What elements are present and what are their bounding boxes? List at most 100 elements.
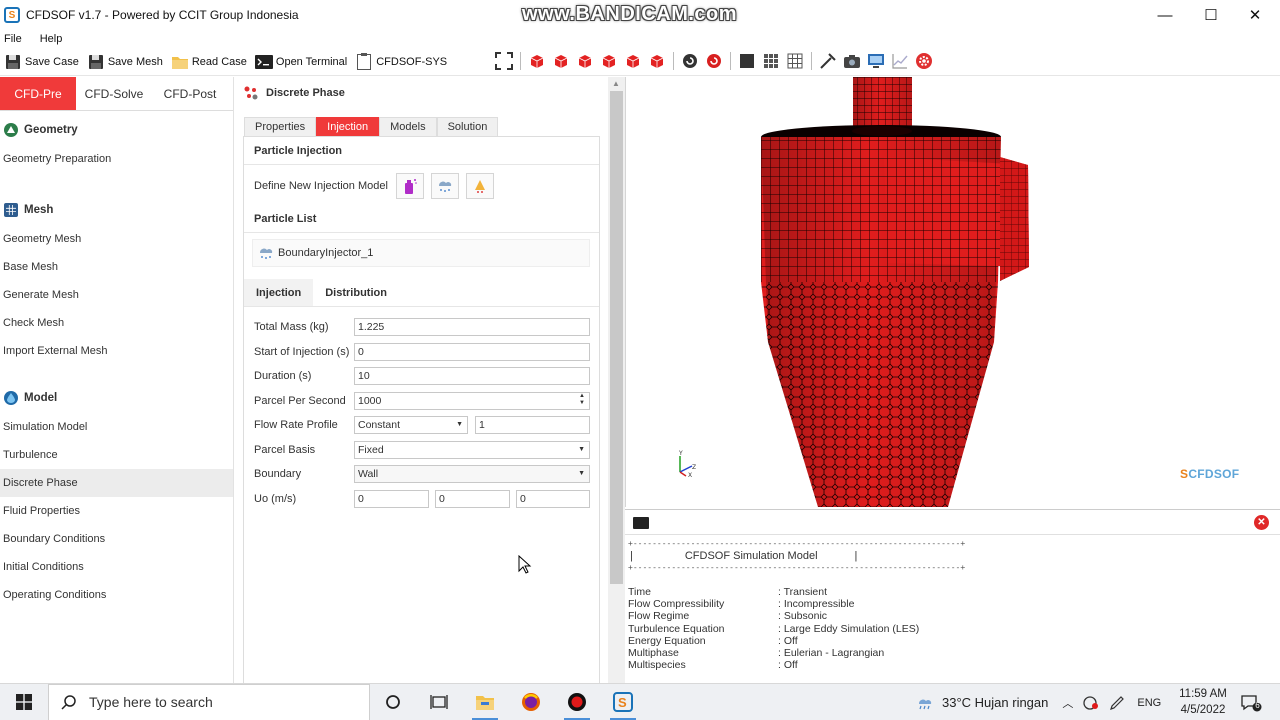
uo-z-input[interactable]: 0 [516,489,590,508]
tab-solution[interactable]: Solution [436,117,499,136]
nav-geometry-preparation[interactable]: Geometry Preparation [0,145,233,173]
total-mass-input[interactable]: 1.225 [354,318,590,337]
menu-help[interactable]: Help [40,33,63,45]
taskbar-search[interactable]: Type here to search [48,683,370,720]
camera-icon[interactable] [842,51,862,71]
bandicam-tray-icon[interactable] [1083,695,1099,711]
fit-view-icon[interactable] [494,51,514,71]
monitor-icon[interactable] [866,51,886,71]
point-injector-button[interactable] [395,173,424,199]
weather-rain-icon[interactable] [916,695,934,711]
cfdsof-taskbar-icon[interactable]: S [600,684,646,720]
subtab-injection[interactable]: Injection [244,279,314,306]
start-of-injection-input[interactable]: 0 [354,342,590,361]
flow-rate-profile-select[interactable]: Constant ▼ [354,416,468,435]
nav-fluid-properties[interactable]: Fluid Properties [0,497,233,525]
parcel-basis-select[interactable]: Fixed ▼ [354,440,590,459]
nav-generate-mesh[interactable]: Generate Mesh [0,281,233,309]
save-case-button[interactable]: Save Case [4,53,79,71]
scrollbar-thumb[interactable] [610,91,623,584]
surface-grid-icon[interactable] [761,51,781,71]
save-mesh-label: Save Mesh [107,55,163,68]
menu-file[interactable]: File [4,33,22,45]
tab-cfd-solve[interactable]: CFD-Solve [76,77,152,110]
panel-title: Discrete Phase [266,87,345,99]
panel-scrollbar[interactable]: ▲ [608,77,625,683]
nav-initial-conditions[interactable]: Initial Conditions [0,553,233,581]
particle-list-title: Particle List [244,205,599,233]
nav-operating-conditions[interactable]: Operating Conditions [0,581,233,609]
boundary-select[interactable]: Wall ▼ [354,465,590,484]
uo-y-input[interactable]: 0 [435,489,510,508]
nav-geometry-mesh[interactable]: Geometry Mesh [0,225,233,253]
parcel-per-second-spinbox[interactable]: 1000 ▲ ▼ [354,391,590,410]
nav-discrete-phase[interactable]: Discrete Phase [0,469,233,497]
wireframe-icon[interactable] [785,51,805,71]
cfdsof-sys-button[interactable]: CFDSOF-SYS [355,53,447,71]
language-indicator[interactable]: ENG [1137,697,1161,709]
tab-cfd-pre[interactable]: CFD-Pre [0,77,76,110]
cortana-icon[interactable] [370,684,416,720]
tab-cfd-post[interactable]: CFD-Post [152,77,228,110]
start-button[interactable] [0,684,48,720]
boundary-injector-button[interactable] [430,173,459,199]
nav-check-mesh[interactable]: Check Mesh [0,309,233,337]
save-mesh-button[interactable]: Save Mesh [87,53,163,71]
duration-input[interactable]: 10 [354,367,590,386]
cyclone-mesh-model [761,77,1029,507]
task-view-icon[interactable] [416,684,462,720]
probe-icon[interactable] [818,51,838,71]
close-console-icon[interactable]: ✕ [1254,515,1269,530]
maximize-button[interactable]: ☐ [1188,0,1234,30]
scroll-up-icon[interactable]: ▲ [612,79,620,88]
clock-time: 11:59 AM [1179,688,1227,700]
tab-models[interactable]: Models [379,117,437,136]
view-top-icon[interactable] [623,51,643,71]
minimize-button[interactable]: — [1142,0,1188,30]
windows-taskbar: Type here to search S 33°C Hujan ringan … [0,683,1280,720]
form-row-duration: Duration (s) 10 [254,364,594,389]
rotate-icon[interactable] [680,51,700,71]
file-explorer-icon[interactable] [462,684,508,720]
cone-injector-button[interactable] [465,173,494,199]
nav-import-external-mesh[interactable]: Import External Mesh [0,337,233,365]
3d-viewport[interactable] [625,77,1280,507]
open-terminal-label: Open Terminal [275,55,348,68]
view-right-icon[interactable] [599,51,619,71]
view-back-icon[interactable] [551,51,571,71]
surface-icon[interactable] [737,51,757,71]
read-case-button[interactable]: Read Case [171,53,247,71]
flow-rate-value-input[interactable]: 1 [475,416,590,435]
uo-x-input[interactable]: 0 [354,489,429,508]
clock[interactable]: 11:59 AM 4/5/2022 [1172,686,1234,718]
nav-boundary-conditions[interactable]: Boundary Conditions [0,525,233,553]
tab-properties[interactable]: Properties [244,117,317,136]
app-logo-icon: S [4,7,20,23]
floppy-icon [87,53,105,71]
close-button[interactable]: ✕ [1232,0,1278,30]
particle-list-item[interactable]: BoundaryInjector_1 [252,239,590,267]
weather-text[interactable]: 33°C Hujan ringan [942,695,1048,710]
section-geometry[interactable]: Geometry [0,115,233,145]
tab-injection[interactable]: Injection [316,117,380,136]
view-front-icon[interactable] [527,51,547,71]
section-mesh[interactable]: Mesh [0,195,233,225]
chevron-up-icon[interactable]: ︿ [1062,695,1073,711]
reset-view-icon[interactable] [704,51,724,71]
nav-simulation-model[interactable]: Simulation Model [0,413,233,441]
section-model[interactable]: Model [0,383,233,413]
nav-base-mesh[interactable]: Base Mesh [0,253,233,281]
view-left-icon[interactable] [575,51,595,71]
nav-turbulence[interactable]: Turbulence [0,441,233,469]
settings-gear-icon[interactable] [914,51,934,71]
section-title: Model [24,392,58,404]
subtab-distribution[interactable]: Distribution [313,279,399,306]
open-terminal-button[interactable]: Open Terminal [254,53,348,71]
chart-icon[interactable] [890,51,910,71]
spin-arrows-icon[interactable]: ▲ ▼ [579,393,585,407]
firefox-icon[interactable] [508,684,554,720]
bandicam-icon[interactable] [554,684,600,720]
pen-icon[interactable] [1109,695,1125,711]
view-bottom-icon[interactable] [647,51,667,71]
notification-center-icon[interactable]: 6 [1240,694,1264,712]
